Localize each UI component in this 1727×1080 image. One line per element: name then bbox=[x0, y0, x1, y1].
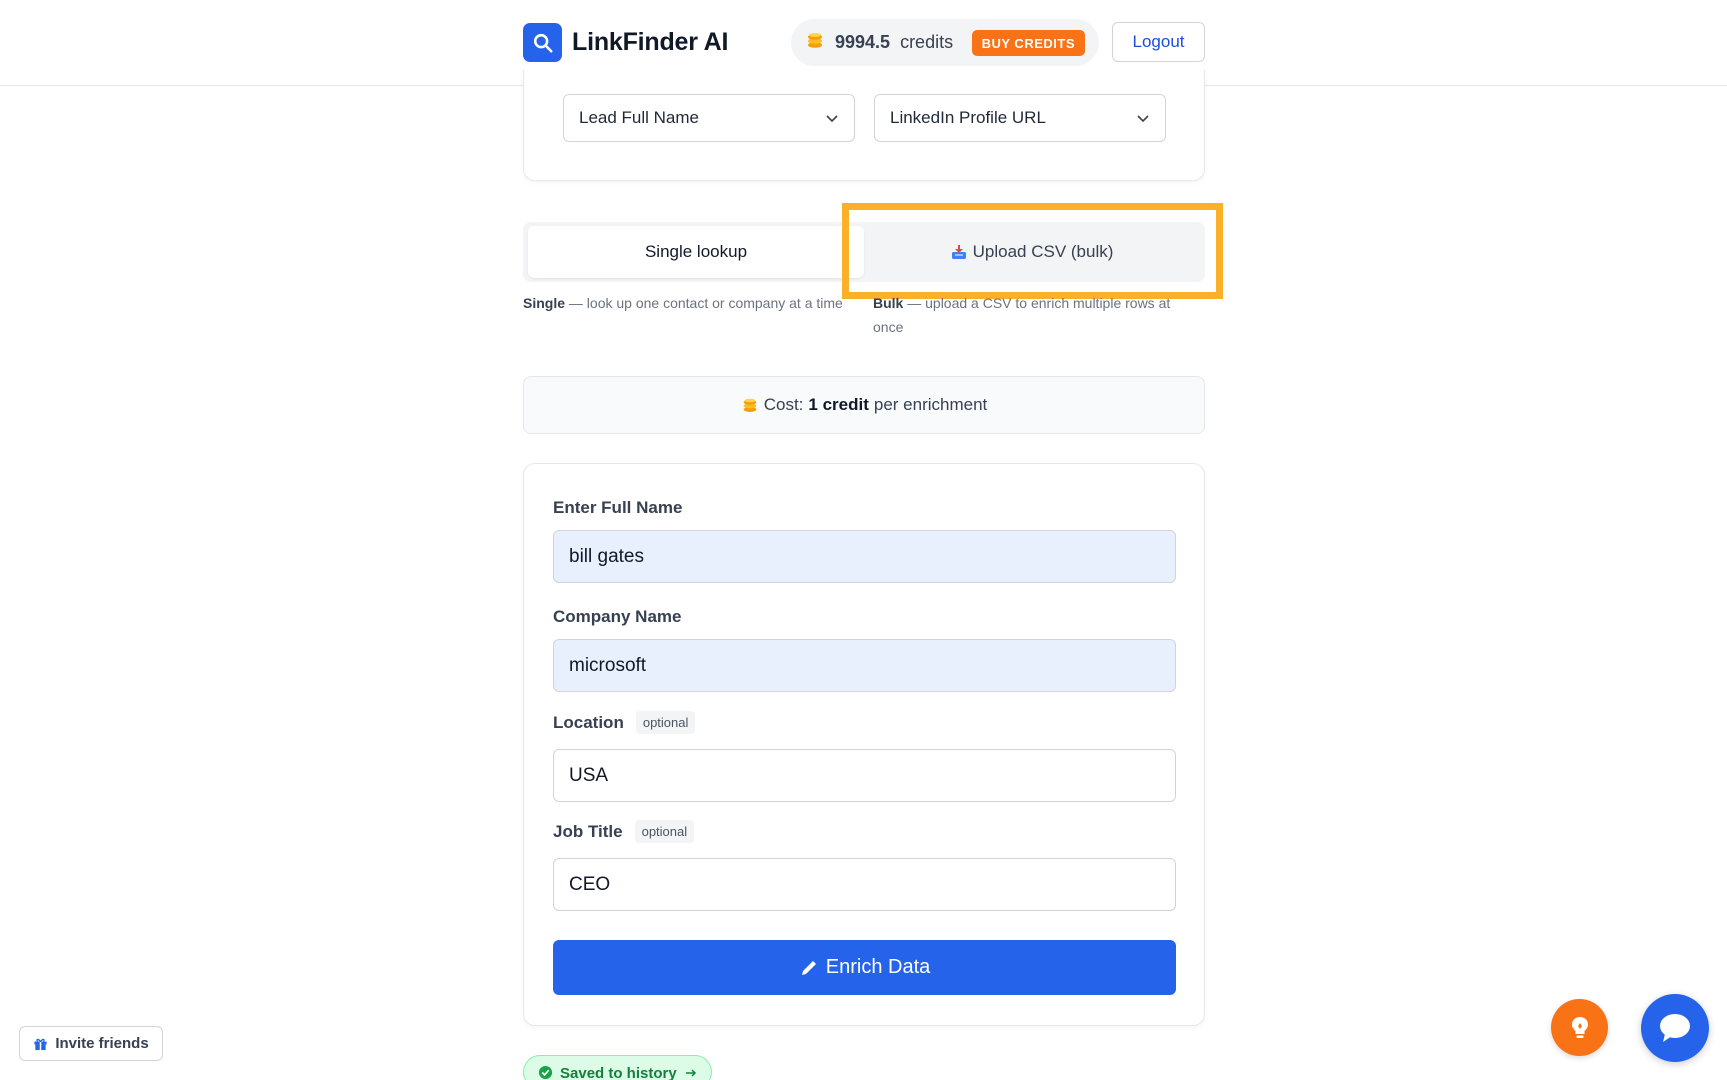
invite-friends-button[interactable]: Invite friends bbox=[19, 1026, 163, 1061]
bulk-description-text: — upload a CSV to enrich multiple rows a… bbox=[873, 295, 1171, 335]
enrich-form: Enter Full Name bill gates Company Name … bbox=[523, 463, 1205, 1026]
single-description-text: — look up one contact or company at a ti… bbox=[565, 295, 843, 311]
chat-bubble-icon bbox=[1658, 1012, 1692, 1044]
location-label: Location optional bbox=[553, 711, 696, 734]
saved-to-history-label: Saved to history bbox=[560, 1065, 677, 1080]
job-title-label: Job Title optional bbox=[553, 820, 695, 843]
linkedin-url-select-value: LinkedIn Profile URL bbox=[890, 108, 1046, 127]
full-name-label: Enter Full Name bbox=[553, 498, 682, 518]
saved-to-history-badge[interactable]: Saved to history bbox=[523, 1055, 712, 1080]
column-mapping-card: Lead Full Name LinkedIn Profile URL bbox=[523, 70, 1205, 181]
search-icon bbox=[523, 23, 562, 62]
optional-badge: optional bbox=[635, 711, 696, 734]
highlight-box bbox=[842, 203, 1223, 299]
location-input[interactable]: USA bbox=[553, 749, 1176, 802]
coins-icon bbox=[741, 396, 759, 414]
lightbulb-icon bbox=[1569, 1015, 1591, 1041]
invite-friends-label: Invite friends bbox=[55, 1035, 149, 1052]
arrow-right-icon bbox=[685, 1067, 697, 1079]
company-name-label: Company Name bbox=[553, 607, 681, 627]
brand-logo[interactable]: LinkFinder AI bbox=[523, 23, 728, 62]
location-label-text: Location bbox=[553, 712, 624, 732]
bulk-description: Bulk — upload a CSV to enrich multiple r… bbox=[873, 291, 1193, 339]
enrich-data-button[interactable]: Enrich Data bbox=[553, 940, 1176, 995]
enrich-data-label: Enrich Data bbox=[825, 956, 931, 978]
coins-icon bbox=[805, 30, 825, 55]
cost-prefix: Cost: bbox=[763, 395, 804, 414]
company-name-input[interactable]: microsoft bbox=[553, 639, 1176, 692]
full-name-input[interactable]: bill gates bbox=[553, 530, 1176, 583]
check-circle-icon bbox=[538, 1065, 553, 1080]
optional-badge: optional bbox=[634, 820, 695, 843]
full-name-label-text: Enter Full Name bbox=[553, 498, 683, 517]
lightbulb-button[interactable] bbox=[1551, 999, 1608, 1056]
credits-pill: 9994.5 credits BUY CREDITS bbox=[791, 19, 1099, 66]
chevron-down-icon bbox=[1135, 110, 1151, 131]
gift-icon bbox=[33, 1036, 48, 1051]
single-description-bold: Single bbox=[523, 295, 566, 311]
job-title-input[interactable]: CEO bbox=[553, 858, 1176, 911]
cost-banner: Cost: 1 credit per enrichment bbox=[523, 376, 1205, 434]
credits-value: 9994.5 bbox=[835, 32, 891, 52]
lead-name-select-value: Lead Full Name bbox=[579, 108, 700, 127]
job-title-label-text: Job Title bbox=[553, 821, 623, 841]
cost-suffix: per enrichment bbox=[873, 395, 988, 414]
brand-name: LinkFinder AI bbox=[572, 28, 729, 56]
lead-name-select[interactable]: Lead Full Name bbox=[563, 94, 855, 142]
tab-single-label: Single lookup bbox=[644, 242, 748, 261]
chevron-down-icon bbox=[824, 110, 840, 131]
tab-single-lookup[interactable]: Single lookup bbox=[528, 226, 864, 278]
logout-button[interactable]: Logout bbox=[1112, 22, 1205, 62]
linkedin-url-select[interactable]: LinkedIn Profile URL bbox=[874, 94, 1166, 142]
credits-label: credits bbox=[900, 32, 954, 52]
cost-amount: 1 credit bbox=[808, 395, 869, 414]
bulk-description-bold: Bulk bbox=[873, 295, 904, 311]
chat-button[interactable] bbox=[1641, 994, 1709, 1062]
pencil-icon bbox=[799, 958, 819, 978]
single-description: Single — look up one contact or company … bbox=[523, 291, 843, 315]
buy-credits-button[interactable]: BUY CREDITS bbox=[971, 30, 1085, 56]
company-name-label-text: Company Name bbox=[553, 607, 682, 626]
